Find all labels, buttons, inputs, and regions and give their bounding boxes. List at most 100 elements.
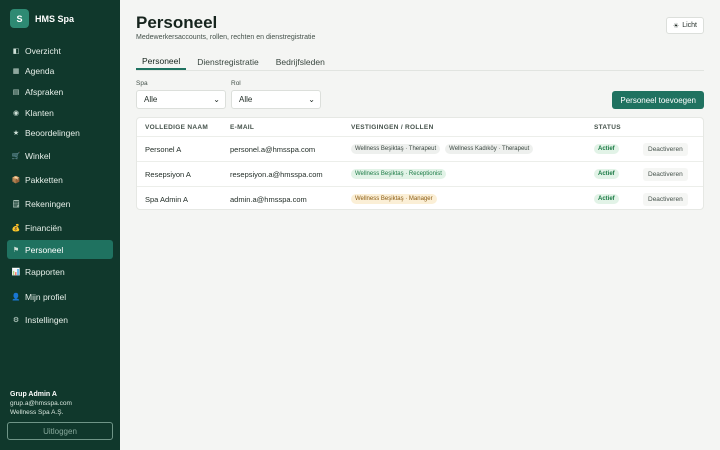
sidebar-item-afspraken[interactable]: ▤ Afspraken	[7, 82, 113, 101]
brand-name: HMS Spa	[35, 13, 75, 24]
staff-status: Actief	[594, 187, 624, 211]
sidebar-item-klanten[interactable]: ◉ Klanten	[7, 103, 113, 122]
nav-icon: ▦	[12, 67, 20, 75]
chevron-down-icon: ⌄	[308, 95, 315, 104]
sidebar-item-label: Overzicht	[25, 45, 61, 56]
sidebar-item-label: Winkel	[25, 150, 51, 161]
nav-icon: ◧	[12, 47, 20, 55]
sidebar-item-rekeningen[interactable]: 🗒 Rekeningen	[7, 194, 113, 213]
tab-bar: Personeel Dienstregistratie Bedrijfsleden	[136, 53, 336, 70]
sidebar-item-agenda[interactable]: ▦ Agenda	[7, 61, 113, 80]
rol-filter-select[interactable]: Alle ⌄	[231, 90, 321, 109]
sidebar-item-beoordelingen[interactable]: ★ Beoordelingen	[7, 123, 113, 142]
table-row: Spa Admin A admin.a@hmsspa.com Wellness Be…	[137, 186, 703, 211]
nav-icon: ⚑	[12, 246, 20, 254]
role-badge: Wellness Beşiktaş · Therapeut	[351, 144, 441, 154]
sidebar-item-personeel[interactable]: ⚑ Personeel	[7, 240, 113, 259]
table-row: Personel A personel.a@hmsspa.com Wellness …	[137, 136, 703, 161]
sidebar-item-label: Financiën	[25, 222, 62, 233]
sidebar-item-label: Rekeningen	[25, 198, 71, 209]
tab-bedrijfsleden[interactable]: Bedrijfsleden	[270, 53, 331, 70]
nav-icon: ★	[12, 129, 20, 137]
sidebar-item-label: Afspraken	[25, 86, 64, 97]
column-header-roles: VESTIGINGEN / ROLLEN	[351, 124, 434, 131]
sidebar-item-label: Pakketten	[25, 174, 63, 185]
staff-name: Personel A	[145, 144, 182, 154]
tab-personeel[interactable]: Personeel	[136, 53, 187, 70]
deactivate-button[interactable]: Deactiveren	[643, 192, 688, 206]
page-title: Personeel	[136, 13, 218, 32]
column-header-name: VOLLEDIGE NAAM	[145, 124, 209, 131]
status-badge: Actief	[594, 194, 619, 204]
nav-icon: 🛒	[11, 152, 21, 160]
brand[interactable]: S HMS Spa	[10, 9, 74, 28]
table-row: Resepsiyon A resepsiyon.a@hmsspa.com Welln…	[137, 161, 703, 186]
sidebar: S HMS Spa ◧ Overzicht ▦ Agenda ▤ Afspraken ◉ Kl…	[0, 0, 120, 450]
sidebar-item-pakketten[interactable]: 📦 Pakketten	[7, 170, 113, 189]
staff-name: Spa Admin A	[145, 194, 188, 204]
nav-icon: 💰	[11, 224, 21, 232]
staff-action: Deactiveren	[643, 187, 688, 211]
theme-label: Licht	[682, 22, 697, 29]
user-info: Grup Admin A grup.a@hmsspa.com Wellness …	[10, 390, 72, 417]
staff-roles: Wellness Beşiktaş · Receptionist	[351, 162, 451, 186]
column-header-email: E-MAIL	[230, 124, 255, 131]
nav-icon: 🗒	[11, 200, 21, 208]
user-email: grup.a@hmsspa.com	[10, 400, 72, 407]
sidebar-item-label: Instellingen	[25, 314, 69, 325]
column-header-status: STATUS	[594, 124, 621, 131]
brand-logo: S	[10, 9, 29, 28]
role-badge: Wellness Kadıköy · Therapeut	[445, 144, 534, 154]
nav-icon: ⚙	[12, 316, 20, 324]
chevron-down-icon: ⌄	[213, 95, 220, 104]
user-name: Grup Admin A	[10, 391, 57, 398]
staff-action: Deactiveren	[643, 162, 688, 186]
sun-icon: ☀	[672, 22, 680, 30]
sidebar-item-label: Mijn profiel	[25, 291, 67, 302]
main-content: Personeel Medewerkersaccounts, rollen, r…	[120, 0, 720, 450]
staff-email: admin.a@hmsspa.com	[230, 194, 307, 204]
add-staff-button[interactable]: Personeel toevoegen	[612, 91, 704, 109]
page-subtitle: Medewerkersaccounts, rollen, rechten en …	[136, 34, 316, 41]
nav-icon: ▤	[12, 88, 20, 96]
nav-icon: ◉	[12, 109, 20, 117]
tab-dienstregistratie[interactable]: Dienstregistratie	[191, 53, 264, 70]
role-badge: Wellness Beşiktaş · Manager	[351, 194, 437, 204]
role-badge: Wellness Beşiktaş · Receptionist	[351, 169, 446, 179]
staff-roles: Wellness Beşiktaş · Therapeut Wellness Ka…	[351, 137, 538, 161]
tabs-divider	[136, 70, 704, 71]
rol-filter-label: Rol	[231, 80, 241, 87]
staff-action: Deactiveren	[643, 137, 688, 161]
staff-roles: Wellness Beşiktaş · Manager	[351, 187, 442, 211]
sidebar-item-overzicht[interactable]: ◧ Overzicht	[7, 41, 113, 60]
staff-status: Actief	[594, 162, 624, 186]
rol-filter-value: Alle	[239, 95, 253, 104]
spa-filter-select[interactable]: Alle ⌄	[136, 90, 226, 109]
deactivate-button[interactable]: Deactiveren	[643, 142, 688, 156]
spa-filter-value: Alle	[144, 95, 158, 104]
nav-icon: 📊	[11, 268, 21, 276]
sidebar-item-label: Rapporten	[25, 266, 65, 277]
sidebar-item-instellingen[interactable]: ⚙ Instellingen	[7, 310, 113, 329]
logout-button[interactable]: Uitloggen	[7, 422, 113, 440]
staff-name: Resepsiyon A	[145, 169, 191, 179]
sidebar-item-rapporten[interactable]: 📊 Rapporten	[7, 262, 113, 281]
nav-icon: 📦	[11, 176, 21, 184]
theme-toggle-button[interactable]: ☀ Licht	[665, 17, 704, 34]
sidebar-item-label: Personeel	[25, 244, 64, 255]
sidebar-item-label: Agenda	[25, 65, 55, 76]
user-company: Wellness Spa A.Ş.	[10, 409, 64, 416]
staff-email: resepsiyon.a@hmsspa.com	[230, 169, 323, 179]
sidebar-item-winkel[interactable]: 🛒 Winkel	[7, 146, 113, 165]
status-badge: Actief	[594, 169, 619, 179]
nav-icon: 👤	[11, 293, 21, 301]
status-badge: Actief	[594, 144, 619, 154]
deactivate-button[interactable]: Deactiveren	[643, 167, 688, 181]
staff-status: Actief	[594, 137, 624, 161]
sidebar-item-financi-n[interactable]: 💰 Financiën	[7, 218, 113, 237]
sidebar-item-mijn-profiel[interactable]: 👤 Mijn profiel	[7, 287, 113, 306]
sidebar-item-label: Klanten	[25, 107, 54, 118]
sidebar-item-label: Beoordelingen	[25, 127, 80, 138]
staff-table: VOLLEDIGE NAAM E-MAIL VESTIGINGEN / ROLL…	[136, 117, 704, 210]
spa-filter-label: Spa	[136, 80, 148, 87]
